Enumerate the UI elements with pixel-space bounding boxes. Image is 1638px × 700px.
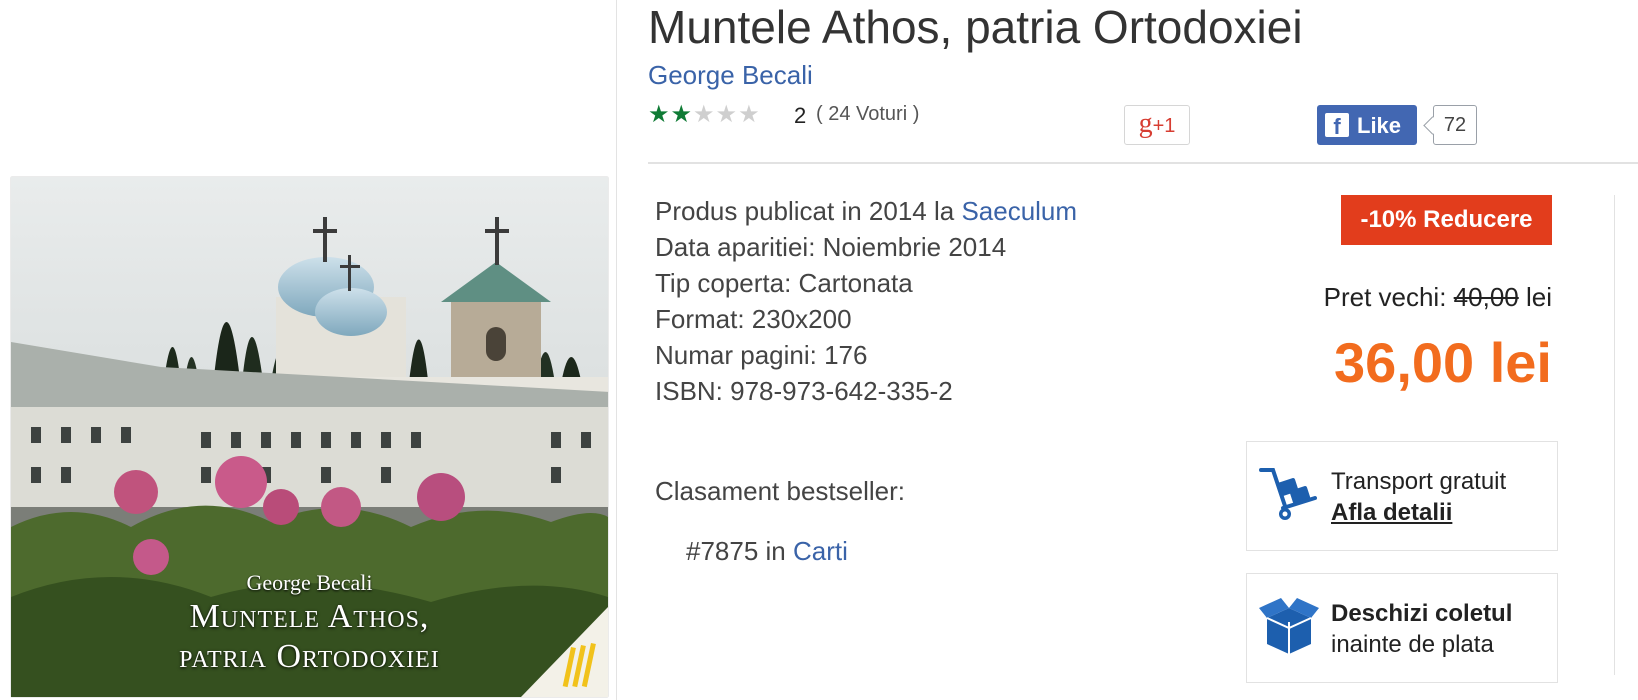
bestseller-rank-prefix: #7875 in bbox=[686, 536, 793, 566]
open-package-subtitle: inainte de plata bbox=[1331, 631, 1494, 658]
google-plus-suffix: +1 bbox=[1152, 115, 1176, 137]
bestseller-category-link[interactable]: Carti bbox=[793, 536, 848, 566]
cover-type: Tip coperta: Cartonata bbox=[655, 268, 913, 298]
free-shipping-text: Transport gratuit Afla detalii bbox=[1331, 466, 1506, 528]
star-empty-icon[interactable]: ★ bbox=[716, 101, 739, 128]
star-filled-icon[interactable]: ★ bbox=[671, 101, 694, 128]
rating-stars[interactable]: ★★★★★ bbox=[648, 100, 761, 129]
facebook-like-count: 72 bbox=[1433, 105, 1477, 145]
publisher-link[interactable]: Saeculum bbox=[961, 196, 1077, 226]
free-shipping-box: Transport gratuit Afla detalii bbox=[1246, 441, 1558, 551]
google-plus-icon: g bbox=[1138, 108, 1153, 139]
current-price: 36,00 lei bbox=[1334, 331, 1552, 394]
release-date: Data aparitiei: Noiembrie 2014 bbox=[655, 232, 1007, 262]
open-package-title: Deschizi coletul bbox=[1331, 598, 1512, 629]
star-empty-icon[interactable]: ★ bbox=[693, 101, 716, 128]
open-package-text: Deschizi coletul inainte de plata bbox=[1331, 598, 1512, 660]
product-details: Produs publicat in 2014 la Saeculum Data… bbox=[655, 193, 1077, 409]
old-price-label: Pret vechi: bbox=[1323, 282, 1454, 312]
facebook-like-label: Like bbox=[1357, 113, 1402, 138]
star-filled-icon[interactable]: ★ bbox=[648, 101, 671, 128]
cover-title-text: Muntele Athos, patria Ortodoxiei bbox=[11, 597, 608, 677]
hand-truck-icon bbox=[1257, 462, 1321, 531]
facebook-like-button[interactable]: f Like bbox=[1317, 105, 1417, 145]
isbn: ISBN: 978-973-642-335-2 bbox=[655, 376, 953, 406]
star-empty-icon[interactable]: ★ bbox=[738, 101, 761, 128]
old-price-currency: lei bbox=[1518, 282, 1552, 312]
shipping-details-link[interactable]: Afla detalii bbox=[1331, 499, 1452, 526]
bestseller-rank: #7875 in Carti bbox=[686, 536, 848, 567]
cover-title-line2: patria Ortodoxiei bbox=[179, 638, 440, 675]
free-shipping-label: Transport gratuit bbox=[1331, 468, 1507, 495]
open-package-box: Deschizi coletul inainte de plata bbox=[1246, 573, 1558, 683]
header-divider bbox=[648, 162, 1638, 164]
author-link[interactable]: George Becali bbox=[648, 60, 813, 91]
open-package-title-text: Deschizi coletul bbox=[1331, 600, 1513, 627]
facebook-icon: f bbox=[1325, 113, 1349, 137]
published-line: Produs publicat in 2014 la Saeculum bbox=[655, 193, 1077, 229]
book-format: Format: 230x200 bbox=[655, 304, 852, 334]
vote-count: ( 24 Voturi ) bbox=[816, 103, 920, 125]
open-box-icon bbox=[1257, 594, 1321, 663]
published-prefix: Produs publicat in 2014 la bbox=[655, 196, 962, 226]
google-plus-button[interactable]: g+1 bbox=[1124, 105, 1190, 145]
page-count: Numar pagini: 176 bbox=[655, 340, 868, 370]
rating-value: 2 bbox=[794, 103, 807, 128]
cover-title-line1: Muntele Athos, bbox=[189, 598, 430, 635]
discount-badge: -10% Reducere bbox=[1341, 195, 1552, 245]
old-price: Pret vechi: 40,00 lei bbox=[1324, 282, 1552, 313]
product-title: Muntele Athos, patria Ortodoxiei bbox=[648, 1, 1303, 53]
side-panel-edge bbox=[1614, 195, 1638, 675]
cover-author-text: George Becali bbox=[246, 570, 373, 595]
book-cover-image[interactable]: George Becali Muntele Athos, patria Orto… bbox=[11, 177, 608, 697]
old-price-value: 40,00 bbox=[1453, 282, 1519, 312]
bestseller-label: Clasament bestseller: bbox=[655, 476, 905, 506]
cover-panel: George Becali Muntele Athos, patria Orto… bbox=[0, 0, 617, 700]
